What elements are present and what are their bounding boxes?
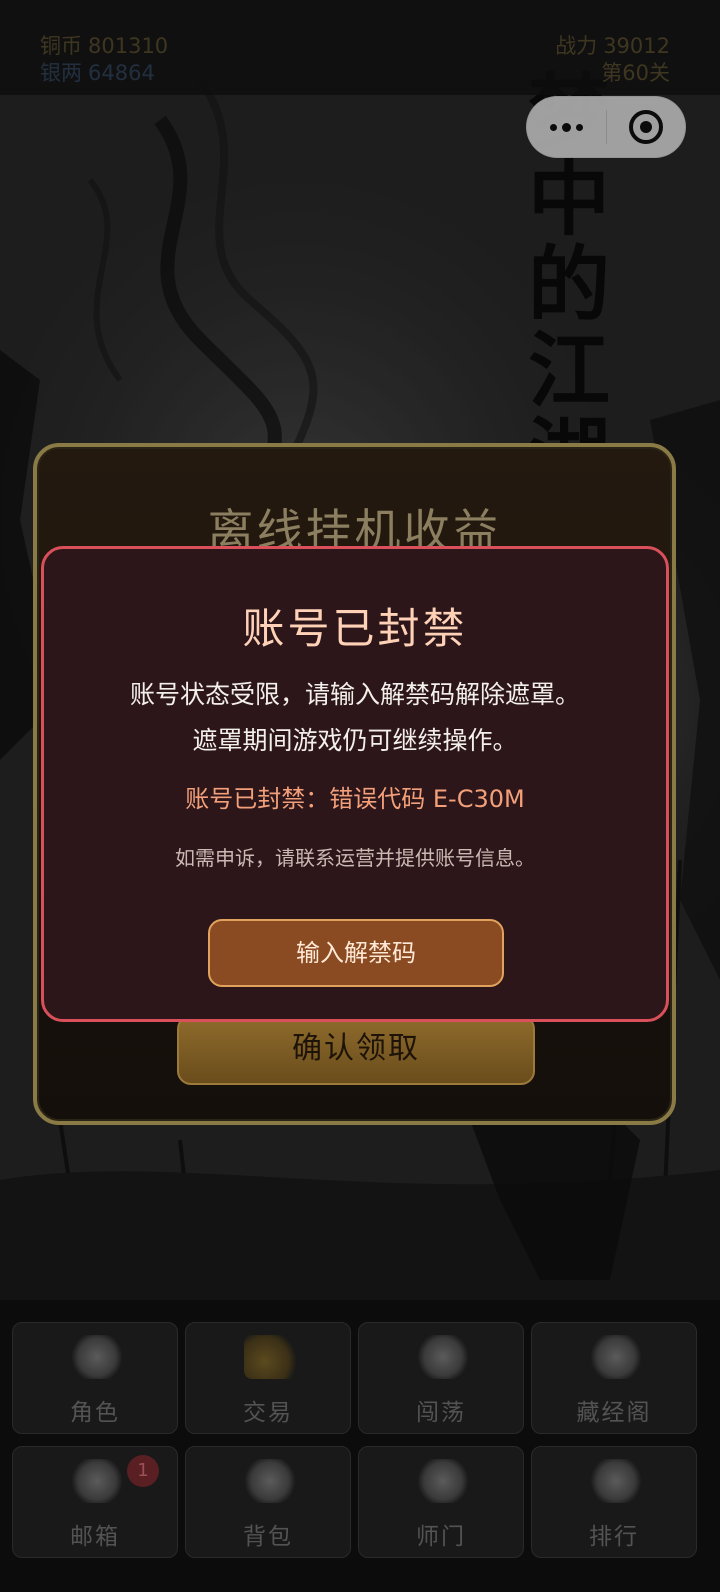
menu-item-label: 师门 — [416, 1524, 466, 1550]
menu-item-mail[interactable]: 1 邮箱 — [12, 1446, 178, 1558]
ban-title: 账号已封禁 — [242, 604, 468, 653]
menu-item-scripture[interactable]: 藏经阁 — [531, 1322, 697, 1434]
menu-item-label: 交易 — [243, 1400, 293, 1426]
scripture-icon — [590, 1335, 642, 1379]
trade-icon — [244, 1335, 296, 1379]
ban-message-line2: 遮罩期间游戏仍可继续操作。 — [192, 726, 518, 755]
ranking-icon — [590, 1459, 642, 1503]
menu-item-sect[interactable]: 师门 — [358, 1446, 524, 1558]
menu-item-trade[interactable]: 交易 — [185, 1322, 351, 1434]
menu-item-label: 邮箱 — [70, 1524, 120, 1550]
ban-message-line1: 账号状态受限，请输入解禁码解除遮罩。 — [129, 680, 580, 709]
adventure-icon — [417, 1335, 469, 1379]
menu-item-label: 背包 — [243, 1524, 293, 1550]
account-banned-dialog: 账号已封禁 账号状态受限，请输入解禁码解除遮罩。 遮罩期间游戏仍可继续操作。 账… — [41, 546, 669, 1022]
ban-error-code: 账号已封禁：错误代码 E-C30M — [185, 785, 525, 813]
unread-badge: 1 — [127, 1455, 159, 1487]
backpack-icon — [244, 1459, 296, 1503]
menu-item-adventure[interactable]: 闯荡 — [358, 1322, 524, 1434]
menu-item-ranking[interactable]: 排行 — [531, 1446, 697, 1558]
game-screen: 梦 中 的 江 湖 铜币801310 银两64864 战力39012 第60关 — [0, 0, 720, 1592]
confirm-claim-button[interactable]: 确认领取 — [177, 1015, 535, 1085]
menu-item-backpack[interactable]: 背包 — [185, 1446, 351, 1558]
menu-item-label: 闯荡 — [416, 1400, 466, 1426]
character-icon — [71, 1335, 123, 1379]
menu-item-character[interactable]: 角色 — [12, 1322, 178, 1434]
sect-icon — [417, 1459, 469, 1503]
enter-unban-code-button[interactable]: 输入解禁码 — [208, 919, 504, 987]
mail-icon — [71, 1459, 123, 1503]
menu-item-label: 藏经阁 — [576, 1400, 652, 1426]
menu-item-label: 角色 — [70, 1400, 120, 1426]
menu-item-label: 排行 — [589, 1524, 639, 1550]
appeal-note: 如需申诉，请联系运营并提供账号信息。 — [175, 846, 535, 870]
